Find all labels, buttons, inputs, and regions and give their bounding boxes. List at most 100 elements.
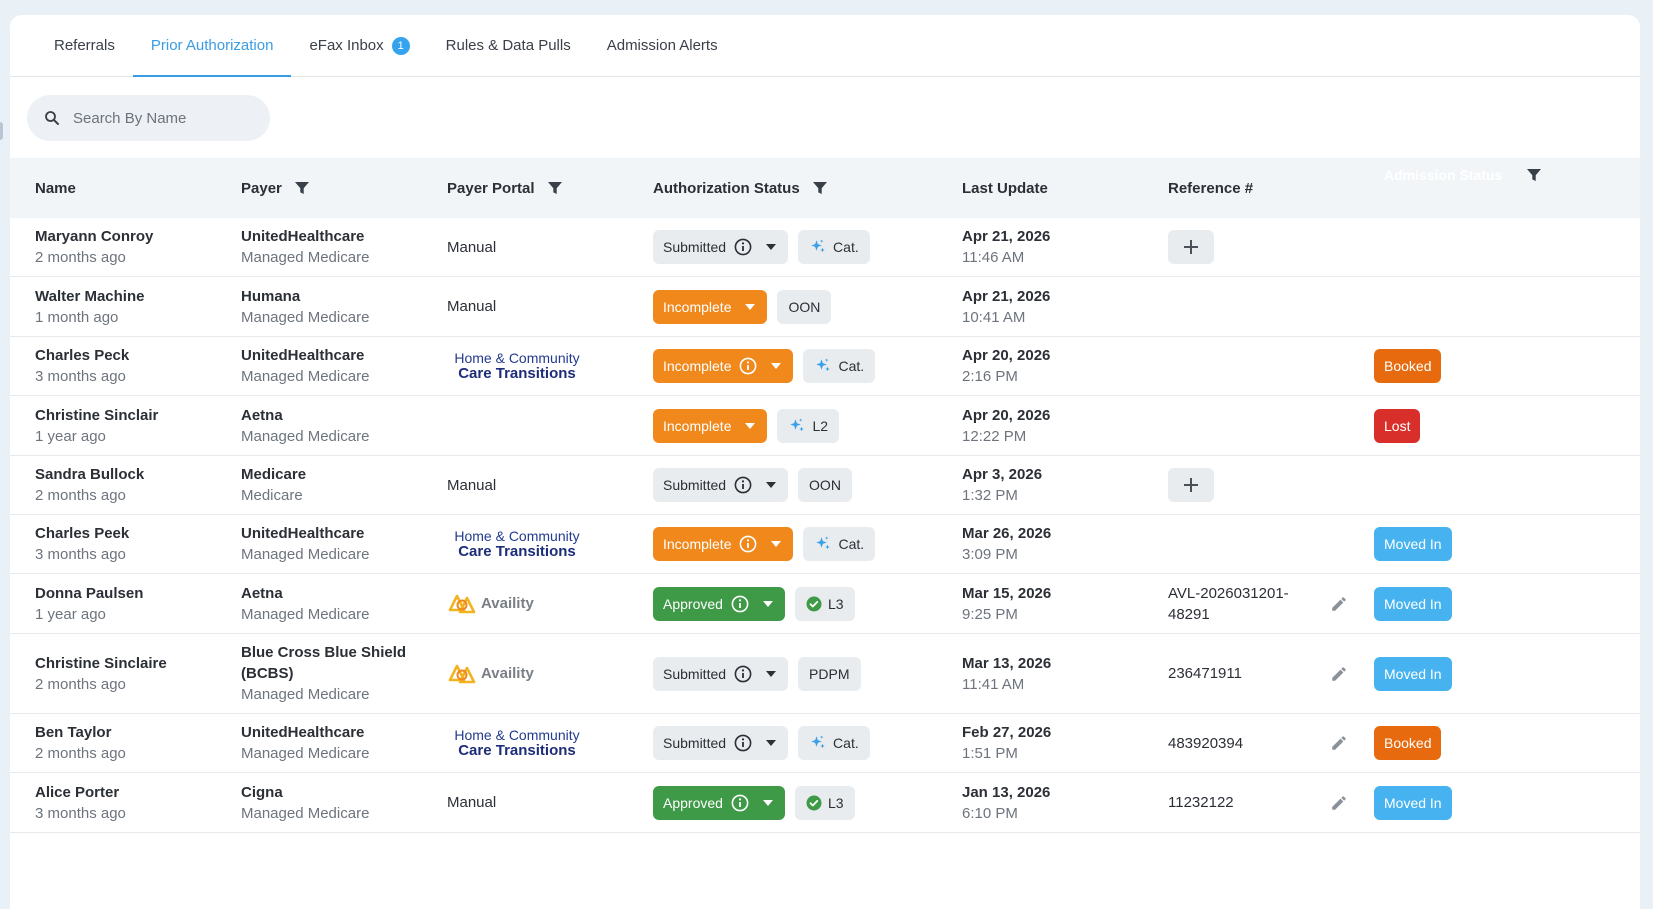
column-header-name[interactable]: Name (35, 158, 76, 218)
info-icon[interactable] (731, 595, 749, 613)
admission-status-badge[interactable]: Lost (1374, 408, 1421, 443)
filter-icon[interactable] (1526, 167, 1542, 183)
authorization-status-cell: Submitted OON (653, 456, 852, 514)
admission-status-badge[interactable]: Moved In (1374, 586, 1452, 621)
patient-name[interactable]: Charles Peek (35, 523, 129, 544)
authorization-status-cell: Approved L3 (653, 574, 855, 633)
authorization-status-dropdown[interactable]: Incomplete (653, 289, 768, 324)
tab-referrals[interactable]: Referrals (36, 15, 133, 76)
patient-name[interactable]: Donna Paulsen (35, 583, 143, 604)
info-icon[interactable] (734, 665, 752, 683)
payer-plan: Managed Medicare (241, 686, 370, 703)
table-row[interactable]: Sandra Bullock 2 months ago Medicare Medica… (10, 456, 1640, 515)
patient-name[interactable]: Sandra Bullock (35, 464, 144, 485)
authorization-status-dropdown[interactable]: Submitted (653, 656, 789, 691)
info-icon[interactable] (734, 476, 752, 494)
auth-tag[interactable]: Cat. (798, 230, 870, 264)
hcct-portal-logo[interactable]: Home & Community Care Transitions (447, 528, 587, 560)
add-reference-button[interactable] (1168, 230, 1214, 264)
auth-tag[interactable]: OON (777, 289, 832, 324)
admission-status-badge[interactable]: Moved In (1374, 527, 1452, 561)
auth-tag[interactable]: OON (798, 468, 852, 502)
last-update-cell: Apr 20, 2026 2:16 PM (962, 337, 1050, 395)
auth-tag[interactable]: L3 (794, 785, 855, 820)
referral-age: 2 months ago (35, 249, 126, 266)
status-label: Submitted (663, 735, 727, 751)
pencil-icon[interactable] (1330, 734, 1348, 752)
table-row[interactable]: Maryann Conroy 2 months ago UnitedHealthca… (10, 218, 1640, 277)
table-row[interactable]: Donna Paulsen 1 year ago Aetna Managed Medi… (10, 574, 1640, 634)
add-reference-button[interactable] (1168, 468, 1214, 502)
table-row[interactable]: Charles Peck 3 months ago UnitedHealthcare… (10, 337, 1640, 396)
auth-tag[interactable]: Cat. (803, 527, 876, 561)
admission-status-badge[interactable]: Moved In (1374, 656, 1452, 691)
patient-name[interactable]: Maryann Conroy (35, 226, 153, 247)
tag-label: PDPM (809, 665, 850, 682)
admission-status-badge[interactable]: Moved In (1374, 785, 1452, 820)
referral-age: 3 months ago (35, 546, 126, 563)
table-row[interactable]: Charles Peek 3 months ago UnitedHealthcare… (10, 515, 1640, 574)
sparkle-icon (816, 536, 831, 550)
table-row[interactable]: Walter Machine 1 month ago Humana Managed M… (10, 277, 1640, 337)
auth-tag[interactable]: L2 (777, 408, 840, 443)
availity-portal-logo[interactable]: Availity (447, 660, 534, 688)
pencil-icon[interactable] (1330, 794, 1348, 812)
name-cell: Christine Sinclaire 2 months ago (35, 634, 167, 713)
pencil-icon[interactable] (1330, 665, 1348, 683)
admission-status-badge[interactable]: Booked (1374, 349, 1442, 383)
filter-icon[interactable] (812, 180, 828, 196)
hcct-portal-logo[interactable]: Home & Community Care Transitions (447, 350, 587, 382)
info-icon[interactable] (731, 794, 749, 812)
filter-icon[interactable] (547, 180, 563, 196)
authorization-status-dropdown[interactable]: Submitted (653, 468, 789, 502)
patient-name[interactable]: Alice Porter (35, 782, 126, 803)
table-row[interactable]: Ben Taylor 2 months ago UnitedHealthcare Ma… (10, 714, 1640, 773)
table-row[interactable]: Christine Sinclaire 2 months ago Blue Cros… (10, 634, 1640, 714)
tab-prior-authorization[interactable]: Prior Authorization (132, 15, 292, 77)
table-row[interactable]: Christine Sinclair 1 year ago Aetna Managed… (10, 396, 1640, 456)
search-input[interactable] (73, 109, 253, 127)
tab-rules-data-pulls[interactable]: Rules & Data Pulls (428, 15, 589, 76)
tab-admission-alerts[interactable]: Admission Alerts (589, 15, 736, 76)
info-icon[interactable] (739, 357, 757, 375)
authorization-status-dropdown[interactable]: Approved (653, 586, 785, 621)
info-icon[interactable] (734, 734, 752, 752)
auth-tag[interactable]: L3 (794, 586, 855, 621)
authorization-status-dropdown[interactable]: Submitted (653, 726, 789, 760)
authorization-status-dropdown[interactable]: Incomplete (653, 527, 794, 561)
column-header-last-update[interactable]: Last Update (962, 158, 1048, 218)
last-update-cell: Apr 21, 2026 11:46 AM (962, 218, 1050, 276)
update-time: 11:46 AM (962, 249, 1025, 266)
patient-name[interactable]: Charles Peck (35, 345, 129, 366)
tab-label: Admission Alerts (606, 37, 718, 54)
authorization-status-dropdown[interactable]: Incomplete (653, 349, 794, 383)
auth-tag[interactable]: PDPM (798, 656, 861, 691)
auth-tag[interactable]: Cat. (798, 726, 870, 760)
authorization-status-dropdown[interactable]: Approved (653, 785, 785, 820)
patient-name[interactable]: Christine Sinclair (35, 405, 158, 426)
hcct-line1: Home & Community (454, 350, 580, 366)
info-icon[interactable] (734, 238, 752, 256)
chevron-down-icon (762, 600, 773, 607)
name-cell: Ben Taylor 2 months ago (35, 714, 126, 772)
payer-name: UnitedHealthcare (241, 347, 365, 364)
tab-efax-inbox[interactable]: eFax Inbox 1 (291, 15, 427, 76)
patient-name[interactable]: Christine Sinclaire (35, 653, 167, 674)
admission-status-badge[interactable]: Booked (1374, 726, 1442, 760)
patient-name[interactable]: Ben Taylor (35, 722, 126, 743)
auth-tag[interactable]: Cat. (803, 349, 876, 383)
side-panel-handle[interactable] (0, 122, 3, 140)
pencil-icon[interactable] (1330, 595, 1348, 613)
search-box[interactable] (27, 95, 270, 141)
table-row[interactable]: Alice Porter 3 months ago Cigna Managed Med… (10, 773, 1640, 833)
patient-name[interactable]: Walter Machine (35, 286, 144, 307)
info-icon[interactable] (739, 535, 757, 553)
update-date: Apr 20, 2026 (962, 406, 1051, 424)
check-circle-icon (806, 596, 822, 611)
filter-icon[interactable] (294, 180, 310, 196)
hcct-portal-logo[interactable]: Home & Community Care Transitions (447, 727, 587, 759)
update-time: 3:09 PM (962, 546, 1018, 563)
authorization-status-dropdown[interactable]: Submitted (653, 230, 789, 264)
availity-portal-logo[interactable]: Availity (447, 590, 534, 618)
authorization-status-dropdown[interactable]: Incomplete (653, 408, 768, 443)
